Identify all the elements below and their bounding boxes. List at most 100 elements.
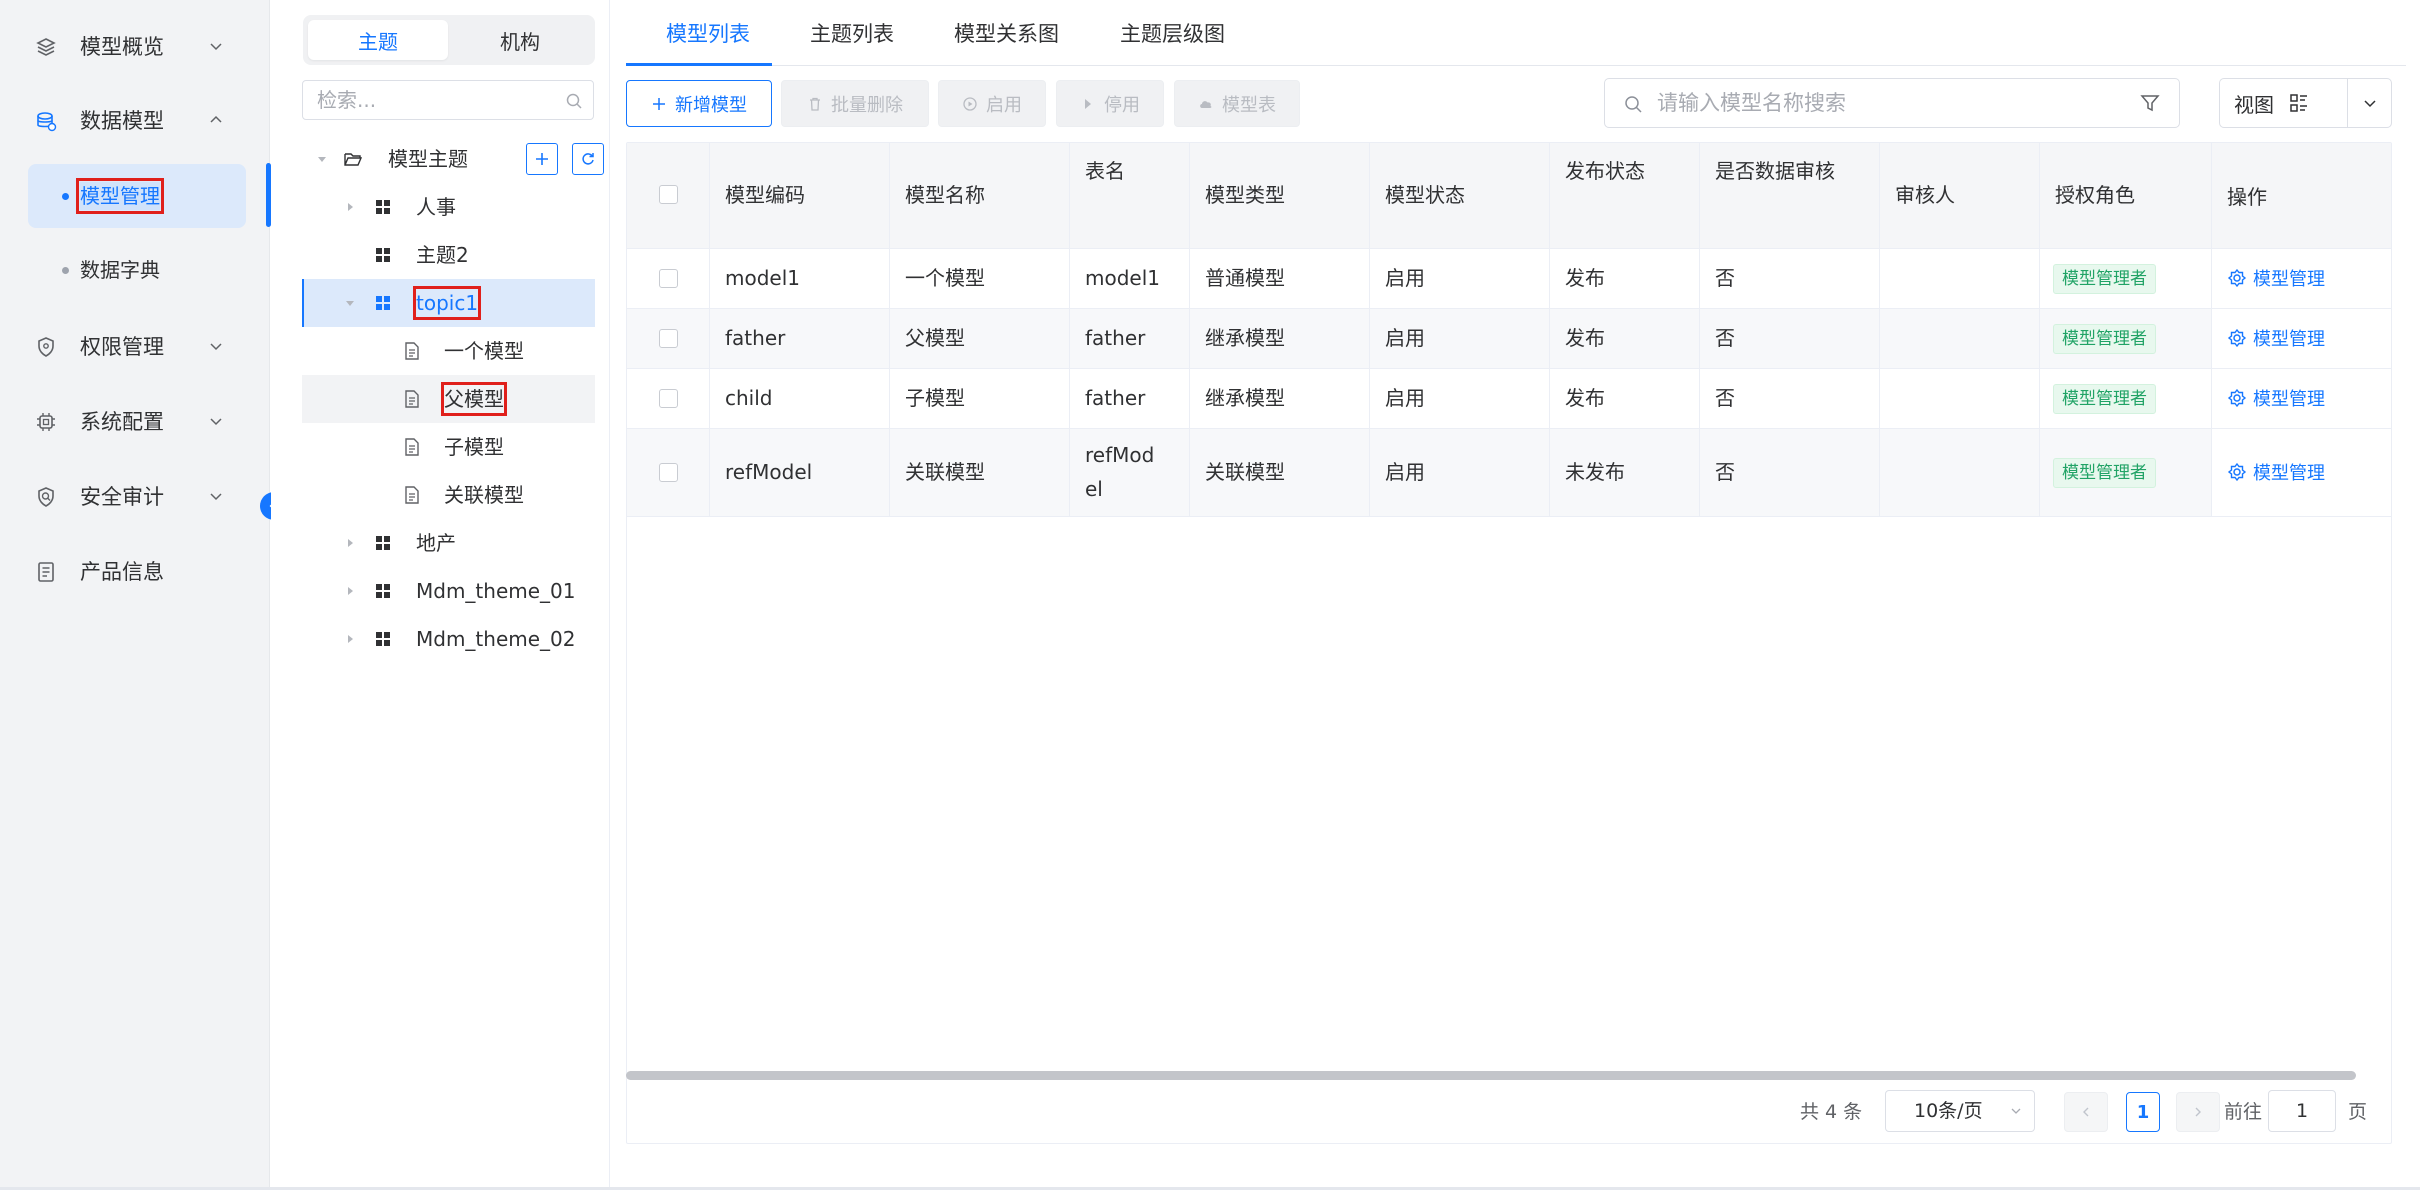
tree-search-input[interactable] [317, 81, 547, 119]
nav-item-data-model[interactable]: 数据模型 [0, 90, 270, 150]
model-table-button[interactable]: 模型表 [1174, 80, 1300, 127]
more-actions-icon[interactable]: ·· [2391, 381, 2392, 405]
chevron-down-icon [210, 43, 222, 51]
cell-status: 启用 [1385, 326, 1425, 350]
row-checkbox[interactable] [659, 269, 678, 288]
op-cell: 模型管理 [2211, 249, 2391, 308]
cell-status: 启用 [1385, 460, 1425, 484]
column-header: 模型类型 [1205, 183, 1285, 207]
page-size-select[interactable]: 10条/页 [1885, 1090, 2035, 1132]
more-actions-icon[interactable]: ·· [2391, 455, 2392, 479]
prev-page-button[interactable] [2064, 1092, 2108, 1132]
row-checkbox[interactable] [659, 389, 678, 408]
tab-topic-list[interactable]: 主题列表 [810, 18, 894, 48]
add-topic-button[interactable] [526, 143, 558, 175]
page-size-value: 10条/页 [1914, 1100, 1983, 1122]
select-all-checkbox[interactable] [659, 185, 678, 204]
model-manage-link[interactable]: 模型管理 [2227, 265, 2325, 291]
nav-item-security-audit[interactable]: 安全审计 [0, 466, 270, 526]
model-manage-link[interactable]: 模型管理 [2227, 459, 2325, 485]
cell-code: model1 [725, 266, 800, 290]
tree-node[interactable]: 关联模型 [302, 471, 595, 519]
tree-node[interactable]: 主题2 [302, 231, 595, 279]
page-number-current[interactable]: 1 [2126, 1092, 2160, 1132]
horizontal-scrollbar[interactable] [626, 1071, 2356, 1080]
plus-icon [536, 153, 548, 165]
cell-status: 启用 [1385, 266, 1425, 290]
model-search-input[interactable] [1657, 79, 2127, 127]
cell-type: 继承模型 [1205, 326, 1285, 350]
button-label: 批量删除 [831, 94, 903, 116]
table-row[interactable]: refModel 关联模型 refMod el 关联模型 启用 未发布 否 模型… [627, 429, 2392, 517]
grid-icon [376, 296, 390, 310]
tab-model-relation[interactable]: 模型关系图 [954, 18, 1059, 48]
table-row[interactable]: father 父模型 father 继承模型 启用 发布 否 模型管理者 模型管… [627, 309, 2392, 369]
tree-node[interactable]: 一个模型 [302, 327, 595, 375]
file-icon [405, 390, 419, 408]
tab-bar: 模型列表 主题列表 模型关系图 主题层级图 [626, 0, 2406, 66]
cell-code: father [725, 326, 786, 350]
cell-publish: 未发布 [1565, 460, 1625, 484]
tree-node-label: 父模型 [441, 382, 507, 416]
column-header: 发布状态 [1565, 159, 1645, 183]
enable-button[interactable]: 启用 [938, 80, 1046, 127]
nav-item-product-info[interactable]: 产品信息 [0, 541, 270, 601]
gear-icon [2227, 462, 2247, 482]
row-checkbox[interactable] [659, 463, 678, 482]
cell-code: child [725, 386, 773, 410]
total-count: 共 4 条 [1800, 1100, 1863, 1123]
column-header: 授权角色 [2055, 183, 2135, 207]
nav-item-permission[interactable]: 权限管理 [0, 316, 270, 376]
tree-node-root[interactable]: 模型主题 [302, 135, 604, 183]
segment-organization[interactable]: 机构 [450, 20, 590, 60]
tree-node[interactable]: 子模型 [302, 423, 595, 471]
batch-delete-button[interactable]: 批量删除 [781, 80, 929, 127]
caret-down-icon [318, 157, 326, 162]
tree-node[interactable]: 人事 [302, 183, 595, 231]
next-page-button[interactable] [2176, 1092, 2220, 1132]
sidebar-nav: 模型概览 数据模型 模型管理 数据字典 权限管理 系统配置 安全审计 产品信息 [0, 0, 271, 1187]
cell-publish: 发布 [1565, 326, 1605, 350]
tab-model-list[interactable]: 模型列表 [666, 18, 750, 48]
refresh-tree-button[interactable] [572, 143, 604, 175]
table-row[interactable]: child 子模型 father 继承模型 启用 发布 否 模型管理者 模型管理… [627, 369, 2392, 429]
op-label: 模型管理 [2253, 269, 2325, 290]
cell-audit: 否 [1715, 326, 1735, 350]
sidebar-item-model-management[interactable]: 模型管理 [28, 164, 246, 228]
tree-node-label: topic1 [412, 286, 482, 320]
view-dropdown-button[interactable] [2347, 78, 2392, 128]
add-model-button[interactable]: 新增模型 [626, 80, 772, 127]
cell-name: 一个模型 [905, 266, 985, 290]
nav-item-model-overview[interactable]: 模型概览 [0, 16, 270, 76]
op-cell: 模型管理 [2211, 429, 2391, 516]
tree-node[interactable]: Mdm_theme_01 [302, 567, 595, 615]
nav-label: 产品信息 [80, 560, 164, 584]
more-actions-icon[interactable]: ·· [2391, 321, 2392, 345]
model-manage-link[interactable]: 模型管理 [2227, 325, 2325, 351]
row-checkbox[interactable] [659, 329, 678, 348]
filter-icon[interactable] [2139, 92, 2161, 114]
table-row[interactable]: model1 一个模型 model1 普通模型 启用 发布 否 模型管理者 模型… [627, 249, 2392, 309]
tree-node[interactable]: 地产 [302, 519, 595, 567]
tree-node-selected[interactable]: topic1 [302, 279, 595, 327]
disable-button[interactable]: 停用 [1056, 80, 1164, 127]
nav-item-system-config[interactable]: 系统配置 [0, 391, 270, 451]
cell-table: father [1085, 326, 1146, 350]
model-manage-link[interactable]: 模型管理 [2227, 385, 2325, 411]
cell-publish: 发布 [1565, 386, 1605, 410]
more-actions-icon[interactable]: ·· [2391, 261, 2392, 285]
view-button[interactable]: 视图 [2219, 78, 2347, 128]
tree-node[interactable]: Mdm_theme_02 [302, 615, 595, 663]
sidebar-item-data-dictionary[interactable]: 数据字典 [28, 238, 246, 302]
app-window: 模型概览 数据模型 模型管理 数据字典 权限管理 系统配置 安全审计 产品信息 … [0, 0, 2420, 1187]
caret-down-icon [346, 301, 354, 306]
topic-tree-panel: 主题 机构 模型主题 人事 主题2 [271, 0, 610, 1187]
tab-topic-hierarchy[interactable]: 主题层级图 [1120, 18, 1225, 48]
chevron-down-icon [210, 493, 222, 501]
tree-node[interactable]: 父模型 [302, 375, 595, 423]
button-label: 模型表 [1222, 94, 1276, 116]
cell-table: father [1085, 386, 1146, 410]
segment-topic[interactable]: 主题 [308, 20, 448, 60]
tree-node-label: 地产 [416, 531, 456, 555]
goto-page-input[interactable] [2268, 1090, 2336, 1132]
